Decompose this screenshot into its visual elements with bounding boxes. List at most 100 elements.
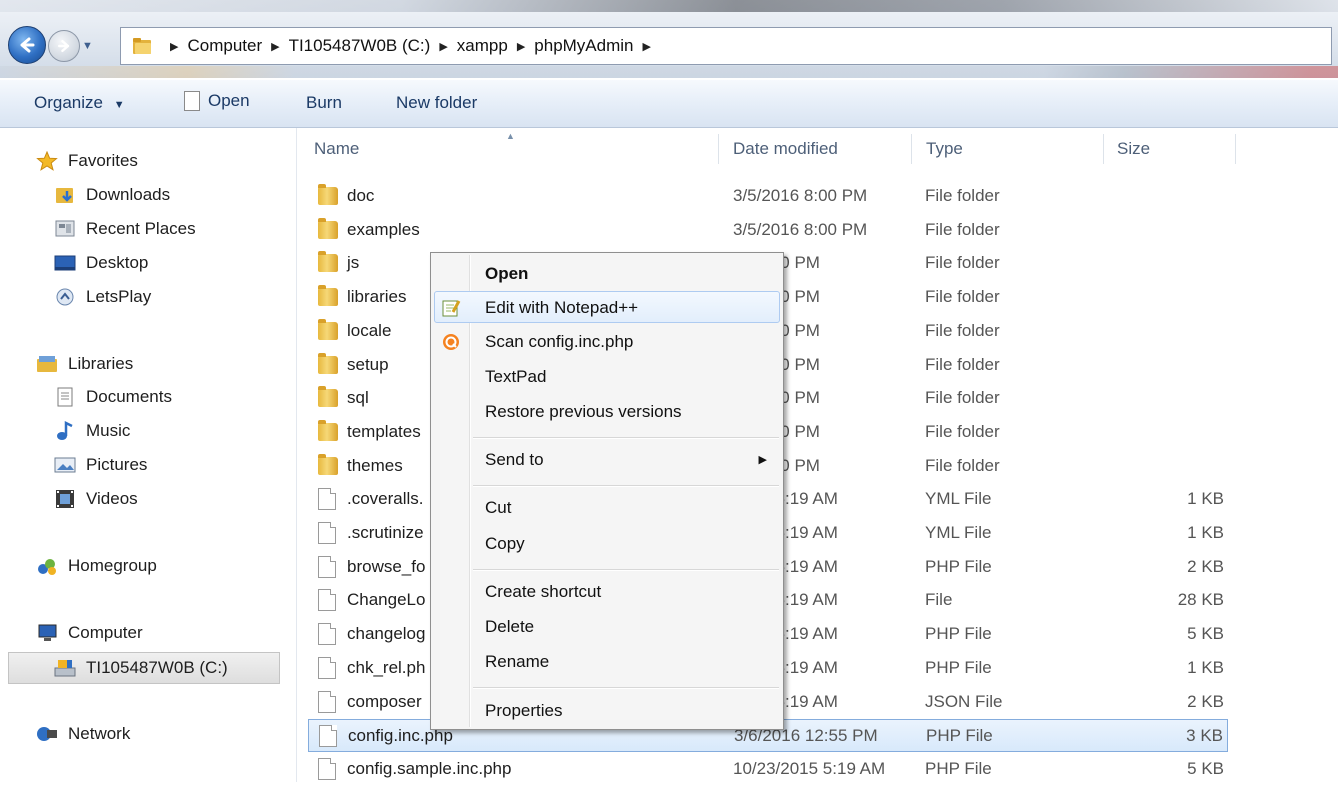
menu-item-textpad[interactable]: TextPad	[431, 360, 783, 394]
menu-item-rename[interactable]: Rename	[431, 645, 783, 679]
new-folder-button[interactable]: New folder	[396, 93, 477, 113]
file-name: .scrutinize	[347, 523, 424, 542]
menu-item-create-shortcut[interactable]: Create shortcut	[431, 575, 783, 609]
nav-recent-places[interactable]: Recent Places	[54, 214, 196, 244]
crumb-drive[interactable]: TI105487W0B (C:)	[289, 36, 431, 56]
back-arrow-icon	[20, 37, 35, 53]
chevron-right-icon[interactable]: ▶	[643, 40, 651, 53]
nav-computer[interactable]: Computer	[36, 618, 143, 648]
forward-button[interactable]	[48, 30, 80, 62]
menu-item-send-to[interactable]: Send to ▶	[431, 443, 783, 477]
menu-item-scan[interactable]: Scan config.inc.php	[431, 325, 783, 359]
column-divider[interactable]	[718, 134, 719, 164]
column-header-type[interactable]: Type	[926, 128, 963, 170]
notepad-plus-plus-icon	[442, 300, 461, 317]
nav-downloads[interactable]: Downloads	[54, 180, 170, 210]
folder-icon	[318, 285, 338, 308]
file-date: 3/5/2016 8:00 PM	[733, 220, 868, 239]
file-row[interactable]: doc 3/5/2016 8:00 PM File folder	[300, 180, 1336, 213]
file-name: ChangeLo	[347, 590, 426, 609]
menu-label: Scan config.inc.php	[485, 332, 634, 351]
menu-label: Cut	[485, 498, 512, 517]
crumb-computer[interactable]: Computer	[187, 36, 262, 56]
file-size: 5 KB	[1187, 759, 1224, 778]
organize-label: Organize	[34, 93, 103, 112]
menu-item-properties[interactable]: Properties	[431, 694, 783, 728]
crumb-phpmyadmin[interactable]: phpMyAdmin	[534, 36, 633, 56]
navigation-pane: Favorites Downloads Recent Places Deskto…	[0, 128, 297, 782]
music-icon	[57, 421, 73, 440]
file-name: chk_rel.ph	[347, 658, 426, 677]
nav-homegroup[interactable]: Homegroup	[36, 551, 157, 581]
folder-icon	[318, 319, 338, 342]
file-name: doc	[347, 186, 375, 205]
file-row[interactable]: examples 3/5/2016 8:00 PM File folder	[300, 214, 1336, 247]
menu-item-edit-notepad[interactable]: Edit with Notepad++	[431, 291, 783, 325]
organize-button[interactable]: Organize ▼	[34, 93, 125, 113]
chevron-right-icon[interactable]: ▶	[271, 40, 279, 53]
file-type: File	[925, 590, 953, 609]
folder-icon	[318, 454, 338, 477]
menu-label: Delete	[485, 617, 535, 636]
nav-letsplay[interactable]: LetsPlay	[54, 282, 151, 312]
column-header-date[interactable]: Date modified	[733, 128, 838, 170]
nav-documents[interactable]: Documents	[54, 382, 172, 412]
nav-network[interactable]: Network	[36, 719, 130, 749]
chevron-right-icon[interactable]: ▶	[517, 40, 525, 53]
open-button[interactable]: Open	[184, 91, 250, 111]
menu-separator	[473, 485, 779, 487]
column-divider[interactable]	[1235, 134, 1236, 164]
file-name: locale	[347, 321, 392, 340]
nav-label: Favorites	[68, 151, 138, 170]
nav-desktop[interactable]: Desktop	[54, 248, 148, 278]
folder-icon	[318, 386, 338, 409]
file-size: 5 KB	[1187, 624, 1224, 643]
documents-icon	[57, 387, 73, 407]
nav-label: Computer	[68, 623, 143, 642]
submenu-arrow-icon: ▶	[758, 454, 767, 466]
nav-label: Videos	[86, 489, 138, 508]
column-header-size[interactable]: Size	[1117, 128, 1150, 170]
chevron-right-icon[interactable]: ▶	[439, 40, 447, 53]
forward-arrow-icon	[58, 40, 70, 52]
menu-label: Send to	[485, 450, 544, 469]
menu-label: Properties	[485, 701, 563, 720]
menu-separator	[473, 687, 779, 689]
file-type: PHP File	[925, 658, 992, 677]
menu-item-cut[interactable]: Cut	[431, 491, 783, 525]
nav-favorites[interactable]: Favorites	[36, 146, 138, 176]
crumb-xampp[interactable]: xampp	[457, 36, 508, 56]
menu-item-copy[interactable]: Copy	[431, 527, 783, 561]
file-type: PHP File	[925, 759, 992, 778]
column-header-name[interactable]: Name	[314, 128, 359, 170]
menu-item-delete[interactable]: Delete	[431, 610, 783, 644]
column-divider[interactable]	[911, 134, 912, 164]
menu-item-open[interactable]: Open	[431, 257, 783, 291]
menu-item-restore[interactable]: Restore previous versions	[431, 395, 783, 429]
nav-drive[interactable]: TI105487W0B (C:)	[54, 653, 228, 683]
file-name: browse_fo	[347, 557, 426, 576]
nav-pictures[interactable]: Pictures	[54, 450, 147, 480]
menu-label: Edit with Notepad++	[485, 298, 639, 317]
menu-separator	[473, 437, 779, 439]
burn-button[interactable]: Burn	[306, 93, 342, 113]
file-size: 1 KB	[1187, 489, 1224, 508]
file-date: 3/5/2016 8:00 PM	[733, 186, 868, 205]
nav-label: Network	[68, 724, 131, 743]
libraries-icon	[37, 356, 57, 372]
column-divider[interactable]	[1103, 134, 1104, 164]
back-button[interactable]	[8, 26, 46, 64]
menu-separator	[473, 569, 779, 571]
nav-label: Libraries	[68, 354, 134, 373]
address-box[interactable]: ▶ Computer ▶ TI105487W0B (C:) ▶ xampp ▶ …	[120, 27, 1332, 65]
file-row[interactable]: config.sample.inc.php 10/23/2015 5:19 AM P…	[300, 753, 1336, 786]
nav-libraries[interactable]: Libraries	[36, 349, 133, 379]
breadcrumb: ▶ Computer ▶ TI105487W0B (C:) ▶ xampp ▶ …	[161, 36, 660, 56]
recent-pages-dropdown-icon[interactable]: ▼	[82, 40, 93, 52]
chevron-right-icon[interactable]: ▶	[170, 40, 178, 53]
file-icon	[318, 488, 338, 510]
menu-label: Rename	[485, 652, 550, 671]
nav-music[interactable]: Music	[54, 416, 130, 446]
nav-videos[interactable]: Videos	[54, 484, 138, 514]
file-type: JSON File	[925, 692, 1003, 711]
